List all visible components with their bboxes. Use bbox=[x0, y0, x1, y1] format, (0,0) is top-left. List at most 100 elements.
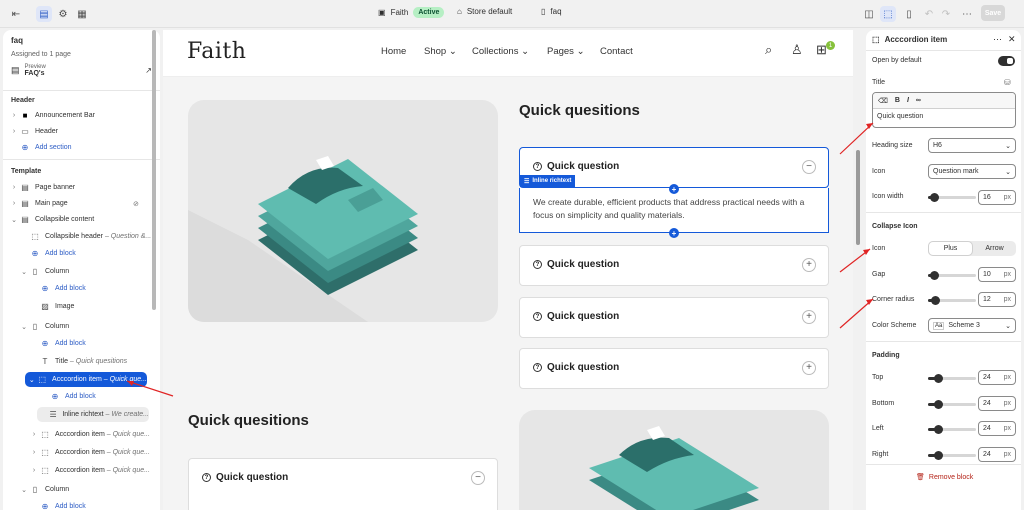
gap-input[interactable]: 10 px bbox=[978, 267, 1016, 282]
redo-icon[interactable]: ↷ bbox=[938, 6, 954, 22]
tree-item-accordion[interactable]: › ⬚ Acccordion item – Quick que... bbox=[3, 427, 160, 442]
tree-item-page-banner[interactable]: › ▤ Page banner bbox=[3, 180, 160, 195]
exit-icon[interactable]: ⇤ bbox=[8, 6, 24, 22]
search-icon[interactable]: ⌕ bbox=[765, 42, 772, 58]
preview-selector[interactable]: ▤ Preview FAQ's ↗ bbox=[11, 64, 152, 77]
padding-top-slider[interactable] bbox=[928, 374, 976, 383]
tree-item-collapsible-content[interactable]: ⌄ ▤ Collapsible content bbox=[3, 212, 160, 227]
tree-item-header[interactable]: › ▭ Header bbox=[3, 124, 160, 139]
store-selector[interactable]: ⌂ Store default bbox=[457, 7, 512, 16]
minus-icon[interactable]: − bbox=[471, 471, 485, 485]
padding-bottom-slider[interactable] bbox=[928, 400, 976, 409]
title-editor[interactable]: ⌫ B I ∞ Quick question bbox=[872, 92, 1016, 128]
add-block-button[interactable]: ⊕ Add block bbox=[3, 499, 160, 510]
section-title-2[interactable]: Quick quesitions bbox=[188, 412, 309, 429]
page-selector[interactable]: ▯ faq bbox=[541, 7, 562, 16]
tree-item-image[interactable]: ▨ Image bbox=[3, 299, 160, 314]
plus-icon[interactable]: + bbox=[802, 258, 816, 272]
tree-item-title[interactable]: T Title – Quick quesitions bbox=[3, 354, 160, 369]
nav-home[interactable]: Home bbox=[381, 46, 406, 57]
padding-bottom-input[interactable]: 24 px bbox=[978, 396, 1016, 411]
icon-width-slider[interactable] bbox=[928, 193, 976, 202]
close-icon[interactable]: ✕ bbox=[1008, 34, 1016, 45]
nav-contact[interactable]: Contact bbox=[600, 46, 633, 57]
more-icon[interactable]: ⋯ bbox=[959, 6, 975, 22]
plus-icon[interactable]: + bbox=[802, 310, 816, 324]
sections-icon[interactable]: ▤ bbox=[36, 6, 52, 22]
external-link-icon[interactable]: ↗ bbox=[145, 66, 152, 75]
inline-richtext-block[interactable]: We create durable, efficient products th… bbox=[519, 188, 829, 233]
save-button[interactable]: Save bbox=[981, 5, 1005, 21]
insert-block-bottom-icon[interactable]: + bbox=[669, 228, 679, 238]
add-block-button[interactable]: ⊕ Add block bbox=[3, 246, 160, 261]
add-block-button[interactable]: ⊕ Add block bbox=[3, 336, 160, 351]
padding-top-input[interactable]: 24 px bbox=[978, 370, 1016, 385]
folded-shirts-illustration bbox=[589, 426, 759, 510]
tree-item-column[interactable]: ⌄ ▯ Column bbox=[3, 482, 160, 497]
open-default-toggle[interactable] bbox=[998, 56, 1015, 66]
sidebar-scrollbar[interactable] bbox=[152, 30, 156, 310]
remove-block-button[interactable]: 🗑 Remove block bbox=[916, 473, 973, 482]
collapse-icon-toggle[interactable]: Plus Arrow bbox=[928, 241, 1016, 256]
bold-icon[interactable]: B bbox=[895, 97, 900, 104]
tree-item-accordion[interactable]: › ⬚ Acccordion item – Quick que... bbox=[3, 463, 160, 478]
accordion-question: Quick question bbox=[216, 472, 289, 483]
option-plus[interactable]: Plus bbox=[928, 241, 973, 256]
nav-shop[interactable]: Shop ⌄ bbox=[424, 46, 457, 57]
tree-item-inline-richtext[interactable]: ☰ Inline richtext – We create... bbox=[37, 407, 149, 422]
inspector-icon[interactable]: ◫ bbox=[861, 6, 877, 22]
product-image-2[interactable] bbox=[519, 410, 829, 510]
tree-item-accordion[interactable]: › ⬚ Acccordion item – Quick que... bbox=[3, 445, 160, 460]
store-logo[interactable]: Faith bbox=[187, 39, 246, 64]
undo-icon[interactable]: ↶ bbox=[921, 6, 937, 22]
theme-selector[interactable]: ▣ Faith Active bbox=[378, 7, 445, 18]
apps-icon[interactable]: ▦ bbox=[74, 6, 90, 22]
padding-left-slider[interactable] bbox=[928, 425, 976, 434]
corner-radius-slider[interactable] bbox=[928, 296, 976, 305]
gear-icon[interactable]: ⚙ bbox=[55, 6, 71, 22]
accordion-item[interactable]: ? Quick question + bbox=[519, 245, 829, 286]
tree-item-announcement-bar[interactable]: › ■ Announcement Bar bbox=[3, 108, 160, 123]
product-image[interactable] bbox=[188, 100, 498, 322]
nav-pages[interactable]: Pages ⌄ bbox=[547, 46, 585, 57]
heading-size-select[interactable]: H6 ⌄ bbox=[928, 138, 1016, 153]
add-block-button[interactable]: ⊕ Add block bbox=[3, 389, 160, 404]
tree-item-accordion-selected[interactable]: ⌄ ⬚ Acccordion item – Quick que... bbox=[25, 372, 147, 387]
option-arrow[interactable]: Arrow bbox=[973, 241, 1016, 256]
select-cursor-icon[interactable]: ⬚ bbox=[880, 6, 896, 22]
color-scheme-select[interactable]: Aa Scheme 3 ⌄ bbox=[928, 318, 1016, 333]
database-icon[interactable]: ⛁ bbox=[1004, 78, 1011, 87]
tree-item-column[interactable]: ⌄ ▯ Column bbox=[3, 319, 160, 334]
tree-item-collapsible-header[interactable]: ⬚ Collapsible header – Question &... bbox=[3, 229, 160, 244]
more-icon[interactable]: ⋯ bbox=[993, 34, 1002, 45]
insert-block-top-icon[interactable]: + bbox=[669, 184, 679, 194]
accordion-item[interactable]: ? Quick question + bbox=[519, 297, 829, 338]
section-title[interactable]: Quick quesitions bbox=[519, 102, 640, 119]
gap-slider[interactable] bbox=[928, 271, 976, 280]
padding-right-input[interactable]: 24 px bbox=[978, 447, 1016, 462]
italic-icon[interactable]: I bbox=[907, 97, 909, 104]
accordion-item[interactable]: ? Quick question + bbox=[519, 348, 829, 389]
accordion-item[interactable]: ? Quick question − bbox=[188, 458, 498, 510]
plus-icon[interactable]: + bbox=[802, 361, 816, 375]
mobile-view-icon[interactable]: ▯ bbox=[901, 6, 917, 22]
add-block-button[interactable]: ⊕ Add block bbox=[3, 281, 160, 296]
tree-item-main-page[interactable]: › ▤ Main page ⊘ bbox=[3, 196, 160, 211]
add-section-button[interactable]: ⊕ Add section bbox=[3, 140, 160, 155]
tree-item-column[interactable]: ⌄ ▯ Column bbox=[3, 264, 160, 279]
icon-width-input[interactable]: 16 px bbox=[978, 190, 1016, 205]
account-icon[interactable]: ♙ bbox=[791, 42, 803, 58]
link-icon[interactable]: ∞ bbox=[916, 97, 921, 104]
icon-select[interactable]: Question mark ⌄ bbox=[928, 164, 1016, 179]
padding-left-input[interactable]: 24 px bbox=[978, 421, 1016, 436]
minus-icon[interactable]: − bbox=[802, 160, 816, 174]
corner-radius-input[interactable]: 12 px bbox=[978, 292, 1016, 307]
nav-collections[interactable]: Collections ⌄ bbox=[472, 46, 529, 57]
accordion-answer[interactable]: We create durable, efficient products th… bbox=[533, 196, 818, 222]
canvas-scrollbar[interactable] bbox=[856, 150, 860, 245]
padding-right-slider[interactable] bbox=[928, 451, 976, 460]
eye-off-icon[interactable]: ⊘ bbox=[133, 200, 139, 208]
clear-format-icon[interactable]: ⌫ bbox=[878, 97, 888, 105]
title-input[interactable]: Quick question bbox=[873, 109, 1015, 124]
inline-richtext-tag[interactable]: ☰ Inline richtext bbox=[520, 175, 576, 187]
